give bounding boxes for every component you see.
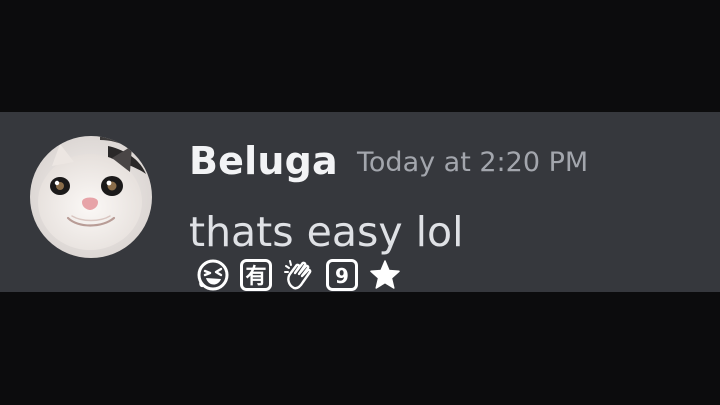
star-icon	[370, 260, 400, 289]
cat-avatar-icon	[30, 136, 152, 258]
laughing-face-icon	[197, 259, 229, 291]
number-badge-icon: 9	[326, 259, 358, 291]
badge-row: 有 9	[196, 258, 402, 292]
message-timestamp: Today at 2:20 PM	[357, 147, 589, 178]
kanji-badge-icon: 有	[240, 259, 272, 291]
clapping-hands-icon	[284, 260, 312, 290]
chat-message: Beluga Today at 2:20 PM thats easy lol 有	[0, 112, 720, 292]
user-avatar[interactable]	[30, 136, 152, 258]
number-badge-text: 9	[335, 264, 349, 288]
kanji-badge-text: 有	[246, 264, 267, 288]
message-text: thats easy lol	[189, 208, 464, 256]
message-author[interactable]: Beluga	[189, 138, 338, 184]
video-frame: Beluga Today at 2:20 PM thats easy lol 有	[0, 0, 720, 405]
